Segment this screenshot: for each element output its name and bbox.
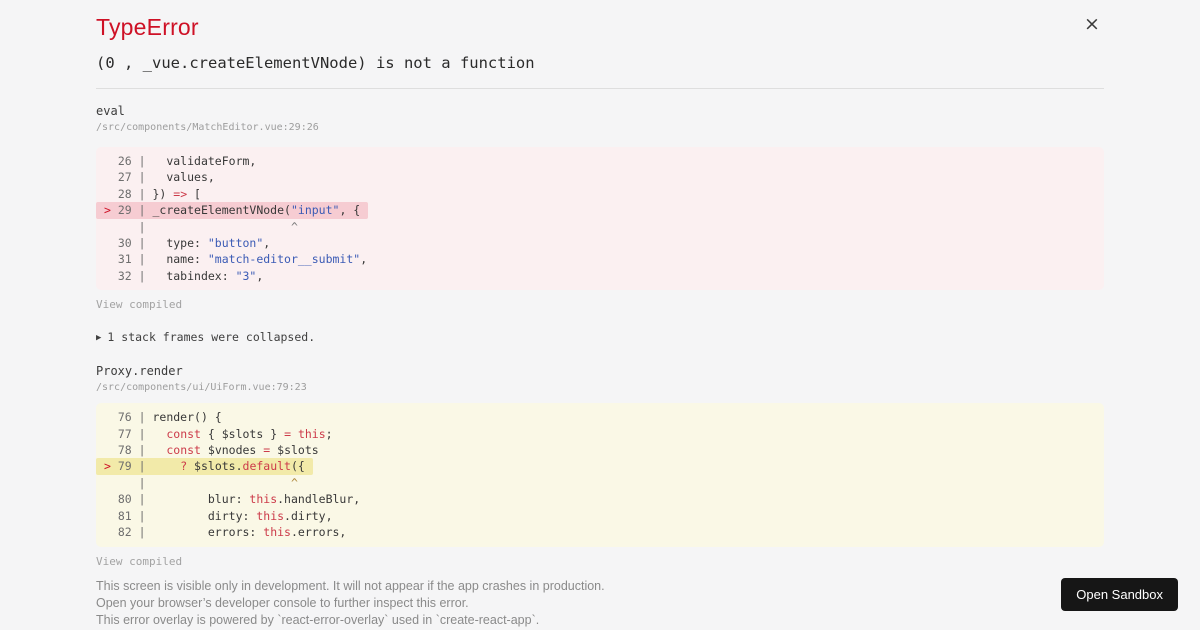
code-line: 30 | type: "button", bbox=[110, 236, 271, 251]
code-line: > 79 | ? $slots.default({ bbox=[96, 458, 313, 475]
code-line: 76 | render() { bbox=[110, 410, 222, 425]
code-block-source: 26 | validateForm, 27 | values, 28 | }) … bbox=[96, 147, 1104, 291]
code-line: 27 | values, bbox=[110, 170, 215, 185]
code-line: 81 | dirty: this.dirty, bbox=[110, 508, 333, 523]
open-sandbox-button[interactable]: Open Sandbox bbox=[1061, 578, 1178, 611]
error-title: TypeError bbox=[96, 14, 199, 40]
stack-frame-path: /src/components/MatchEditor.vue:29:26 bbox=[96, 122, 319, 133]
code-line: 26 | validateForm, bbox=[110, 154, 257, 168]
code-line: | ^ bbox=[110, 475, 298, 490]
code-line: 77 | const { $slots } = this; bbox=[110, 426, 333, 441]
close-icon[interactable]: × bbox=[1082, 14, 1102, 34]
code-line: 78 | const $vnodes = $slots bbox=[110, 443, 319, 458]
error-overlay: TypeError × (0 , _vue.createElementVNode… bbox=[0, 0, 1200, 630]
collapsed-frames-label: 1 stack frames were collapsed. bbox=[107, 330, 316, 345]
code-line: | ^ bbox=[110, 219, 298, 234]
footer-notes: This screen is visible only in developme… bbox=[96, 578, 1104, 629]
view-compiled-link[interactable]: View compiled bbox=[96, 298, 182, 311]
triangle-right-icon: ▶ bbox=[96, 333, 102, 344]
footer-note: Open your browser’s developer console to… bbox=[96, 595, 469, 610]
code-line: 32 | tabindex: "3", bbox=[110, 268, 264, 283]
code-line: > 29 | _createElementVNode("input", { bbox=[96, 202, 369, 219]
code-line: 28 | }) => [ bbox=[110, 186, 201, 201]
collapsed-frames-toggle[interactable]: ▶ 1 stack frames were collapsed. bbox=[96, 330, 1104, 345]
stack-frame-path: /src/components/ui/UiForm.vue:79:23 bbox=[96, 382, 307, 394]
code-line: 80 | blur: this.handleBlur, bbox=[110, 492, 361, 507]
code-line: 82 | errors: this.errors, bbox=[110, 525, 347, 540]
footer-note: This error overlay is powered by `react-… bbox=[96, 612, 540, 627]
footer-note: This screen is visible only in developme… bbox=[96, 578, 605, 593]
error-message: (0 , _vue.createElementVNode) is not a f… bbox=[96, 54, 535, 72]
stack-frame-function: eval bbox=[96, 104, 125, 118]
code-line: 31 | name: "match-editor__submit", bbox=[110, 252, 368, 267]
stack-frame-function: Proxy.render bbox=[96, 364, 183, 379]
code-block-compiled: 76 | render() { 77 | const { $slots } = … bbox=[96, 403, 1104, 547]
view-compiled-link[interactable]: View compiled bbox=[96, 555, 182, 568]
divider bbox=[96, 88, 1104, 89]
